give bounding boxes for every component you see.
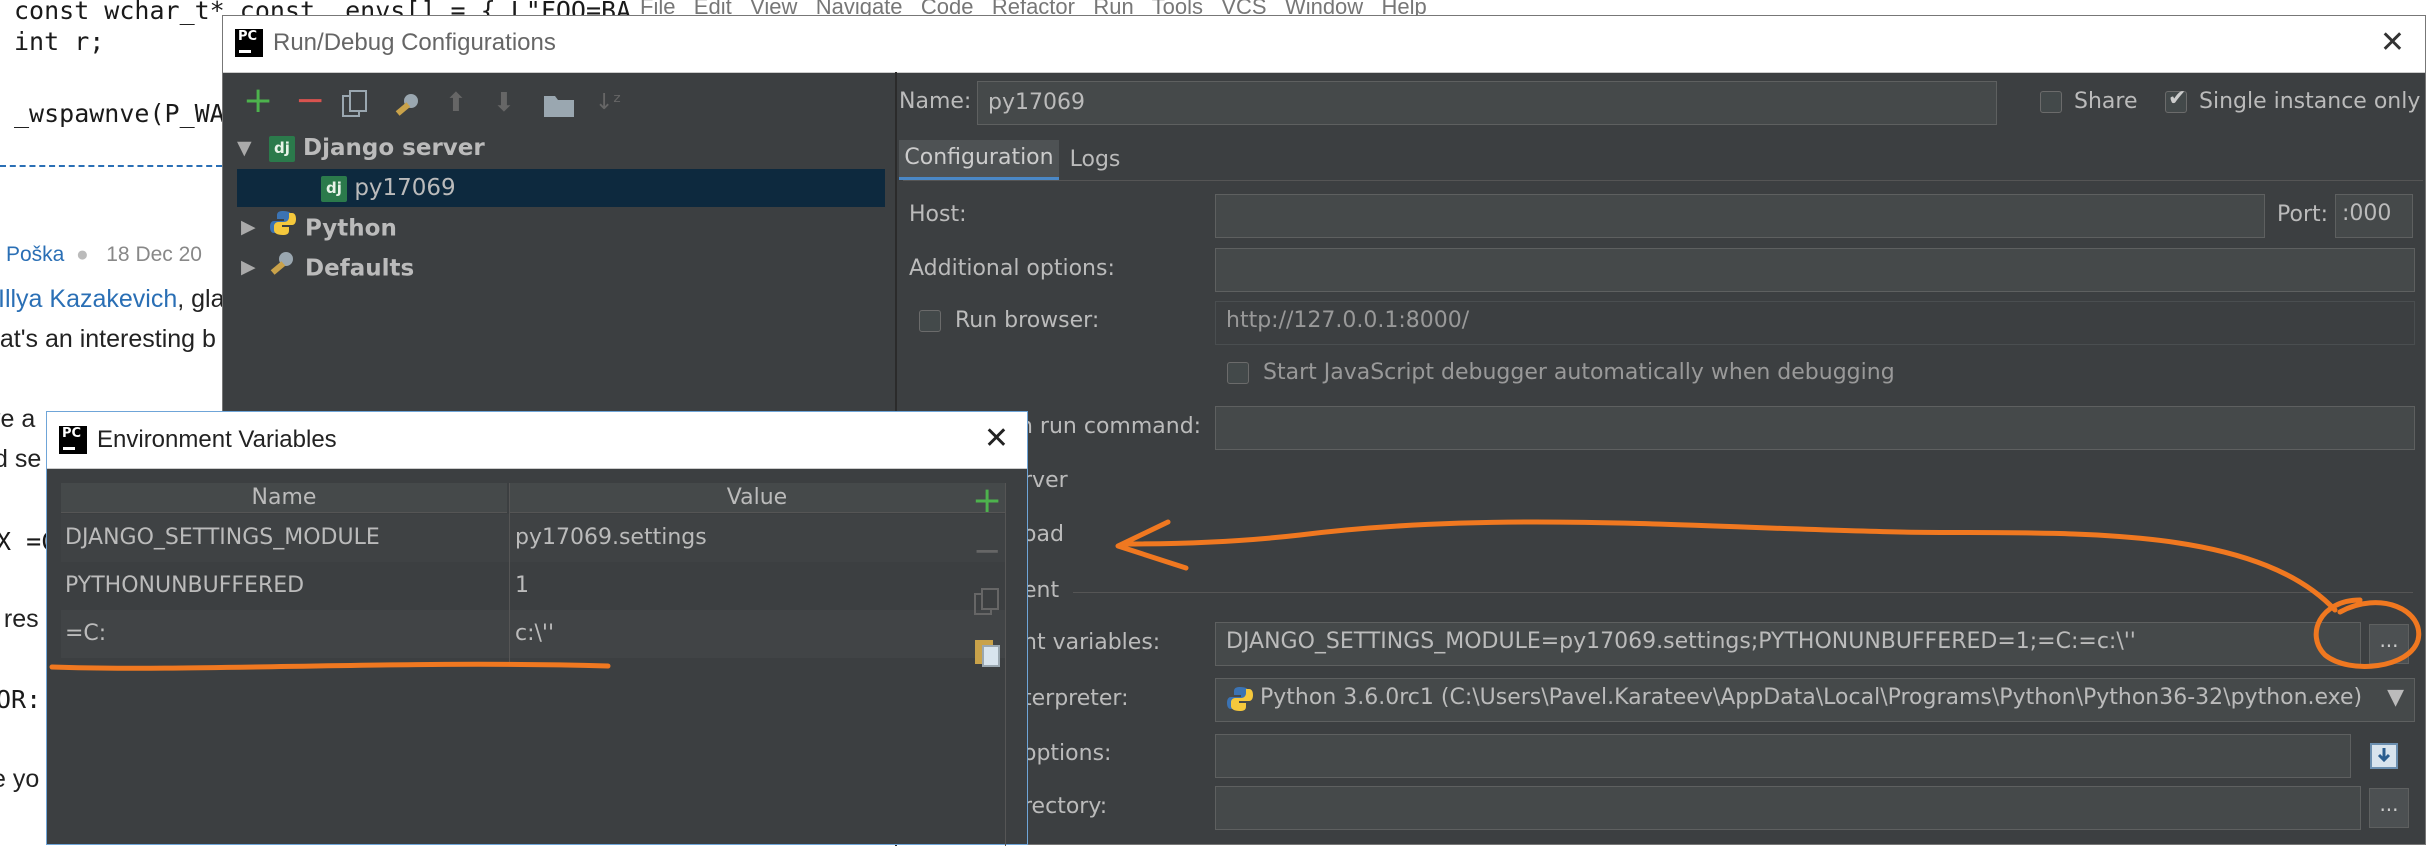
arrow-annotation <box>1122 519 2338 613</box>
annotation-layer <box>49 519 2422 671</box>
underline-annotation <box>49 661 611 671</box>
